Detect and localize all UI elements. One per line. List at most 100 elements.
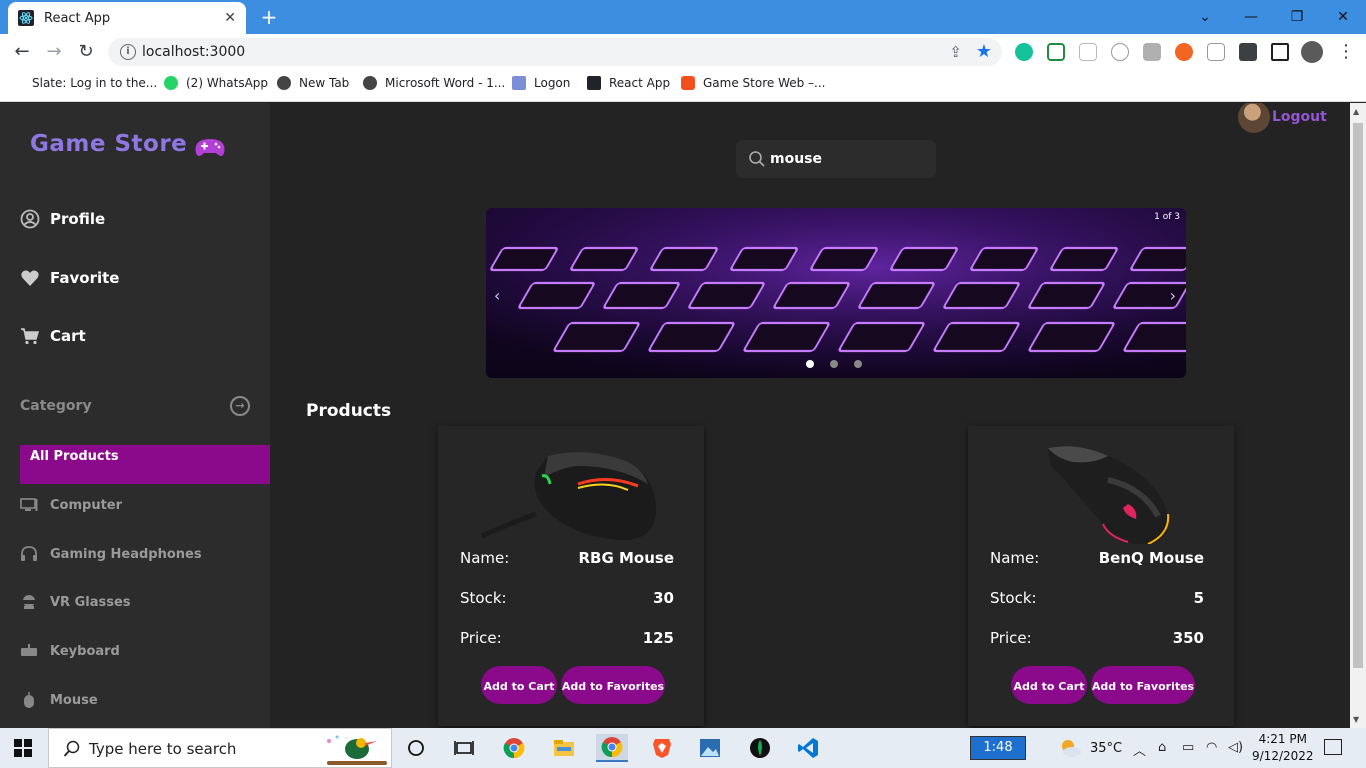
side-panel-icon[interactable] (1271, 43, 1289, 61)
page-scrollbar[interactable]: ▲ ▼ (1350, 103, 1366, 728)
address-bar[interactable]: i localhost:3000 ⇪ ★ (108, 38, 1002, 66)
sidebar-item-cart[interactable]: Cart (20, 326, 86, 346)
screenshot-extension-icon[interactable] (1047, 43, 1065, 61)
volume-icon[interactable]: ◁) (1228, 740, 1243, 755)
product-stock-row: Stock: 5 (990, 589, 1204, 607)
figma-icon (681, 76, 695, 90)
sidebar-item-favorite[interactable]: Favorite (20, 268, 119, 288)
show-hidden-icons[interactable]: ︿ (1133, 740, 1146, 759)
add-to-cart-button[interactable]: Add to Cart (1011, 666, 1087, 704)
tab-search-button[interactable]: ⌄ (1182, 4, 1228, 30)
bookmark-figma[interactable]: Game Store Web –... (681, 76, 826, 90)
forward-icon[interactable]: → (42, 40, 66, 64)
products-heading: Products (306, 401, 392, 421)
carousel-next-icon[interactable]: › (1170, 286, 1176, 305)
extension-link-icon[interactable] (1111, 43, 1129, 61)
cart-icon (21, 328, 39, 345)
url-text[interactable]: localhost:3000 (142, 44, 245, 60)
sidebar-item-gaming-headphones[interactable]: Gaming Headphones (20, 545, 202, 563)
carousel-dot-3[interactable] (854, 360, 862, 368)
site-info-icon[interactable]: i (120, 44, 136, 60)
clock-date: 9/12/2022 (1252, 749, 1314, 763)
carousel-prev-icon[interactable]: ‹ (494, 286, 500, 305)
back-icon[interactable]: ← (10, 40, 34, 64)
add-to-favorites-button[interactable]: Add to Favorites (561, 666, 665, 704)
sidebar-item-keyboard[interactable]: Keyboard (20, 642, 120, 660)
carousel-dot-1[interactable] (806, 360, 814, 368)
weather-widget[interactable]: 35°C (1058, 738, 1122, 758)
scroll-up-icon[interactable]: ▲ (1353, 107, 1359, 116)
product-stock-row: Stock: 30 (460, 589, 674, 607)
bookmark-logon[interactable]: Logon (512, 76, 570, 90)
monitor-icon (20, 498, 38, 511)
bookmark-star-icon[interactable]: ★ (976, 41, 992, 62)
logout-button[interactable]: Logout (1238, 103, 1327, 133)
brand-title[interactable]: Game Store (30, 131, 187, 157)
bookmark-new-tab[interactable]: New Tab (277, 76, 349, 90)
tab-close-icon[interactable]: ✕ (224, 10, 236, 26)
slate-icon (18, 76, 24, 90)
vscode-icon[interactable] (792, 734, 824, 762)
wifi-icon[interactable]: ◠ (1206, 740, 1217, 755)
file-explorer-icon[interactable] (548, 734, 580, 762)
bookmark-react-app[interactable]: React App (587, 76, 670, 90)
close-window-button[interactable]: ✕ (1320, 4, 1366, 30)
battery-icon[interactable]: ▭ (1182, 740, 1194, 755)
new-tab-button[interactable]: + (258, 6, 280, 28)
category-arrow-icon[interactable]: → (230, 396, 250, 416)
brave-icon[interactable] (646, 734, 678, 762)
bookmark-word[interactable]: Microsoft Word - 1... (363, 76, 505, 90)
sidebar: Game Store Profile Favorite Cart Categor… (0, 103, 270, 728)
product-stock: 30 (653, 589, 674, 607)
stock-label: Stock: (460, 589, 507, 607)
mongodb-compass-icon[interactable] (744, 734, 776, 762)
search-icon (749, 151, 765, 167)
browser-toolbar: ← → ↻ i localhost:3000 ⇪ ★ ⋮ (0, 34, 1366, 70)
sidebar-item-vr-glasses[interactable]: VR Glasses (20, 593, 131, 611)
minimize-button[interactable]: — (1228, 4, 1274, 30)
reload-icon[interactable]: ↻ (74, 40, 98, 64)
bookmark-slate[interactable]: Slate: Log in to the... (18, 76, 157, 90)
taskbar-clock[interactable]: 4:21 PM 9/12/2022 (1252, 731, 1314, 765)
slide-counter: 1 of 3 (1154, 212, 1180, 222)
add-to-cart-button[interactable]: Add to Cart (481, 666, 557, 704)
react-icon (18, 10, 34, 26)
cortana-icon[interactable] (400, 734, 432, 762)
extension-a-icon[interactable] (1079, 43, 1097, 61)
search-input[interactable] (770, 146, 930, 172)
add-to-favorites-button[interactable]: Add to Favorites (1091, 666, 1195, 704)
share-icon[interactable]: ⇪ (949, 43, 962, 61)
grammarly-extension-icon[interactable] (1015, 43, 1033, 61)
extensions-puzzle-icon[interactable] (1239, 43, 1257, 61)
chrome-active-icon[interactable] (596, 734, 628, 762)
notification-center-icon[interactable] (1324, 739, 1342, 755)
chrome-icon[interactable] (498, 734, 530, 762)
sidebar-item-all-products[interactable]: All Products (20, 445, 270, 484)
profile-avatar-icon[interactable] (1301, 41, 1323, 63)
user-circle-icon (20, 209, 40, 229)
sidebar-item-mouse[interactable]: Mouse (20, 691, 98, 709)
bookmark-whatsapp[interactable]: (2) WhatsApp (164, 76, 268, 90)
extension-r-icon[interactable] (1143, 43, 1161, 61)
banner-carousel[interactable]: 1 of 3 ‹ › (486, 208, 1186, 378)
more-menu-icon[interactable]: ⋮ (1334, 40, 1358, 64)
maximize-button[interactable]: ❐ (1274, 4, 1320, 30)
carousel-dot-2[interactable] (830, 360, 838, 368)
sidebar-item-profile[interactable]: Profile (20, 209, 105, 229)
browser-titlebar: React App ✕ + ⌄ — ❐ ✕ (0, 0, 1366, 34)
scroll-down-icon[interactable]: ▼ (1353, 715, 1359, 724)
photos-icon[interactable] (694, 734, 726, 762)
extension-t-icon[interactable] (1207, 43, 1225, 61)
extension-orange-icon[interactable] (1175, 43, 1193, 61)
scrollbar-thumb[interactable] (1353, 123, 1363, 668)
meet-now-icon[interactable]: ⌂ (1158, 740, 1166, 755)
whatsapp-icon (164, 76, 178, 90)
task-view-icon[interactable] (448, 734, 480, 762)
windows-start-icon[interactable] (14, 739, 32, 757)
search-box[interactable] (736, 140, 936, 178)
timer-widget[interactable]: 1:48 (970, 736, 1026, 760)
browser-tab[interactable]: React App ✕ (8, 2, 246, 34)
product-card: Name: RBG Mouse Stock: 30 Price: 125 Add… (438, 426, 704, 726)
sidebar-item-computer[interactable]: Computer (20, 496, 122, 514)
taskbar-search-box[interactable]: Type here to search (48, 728, 392, 768)
